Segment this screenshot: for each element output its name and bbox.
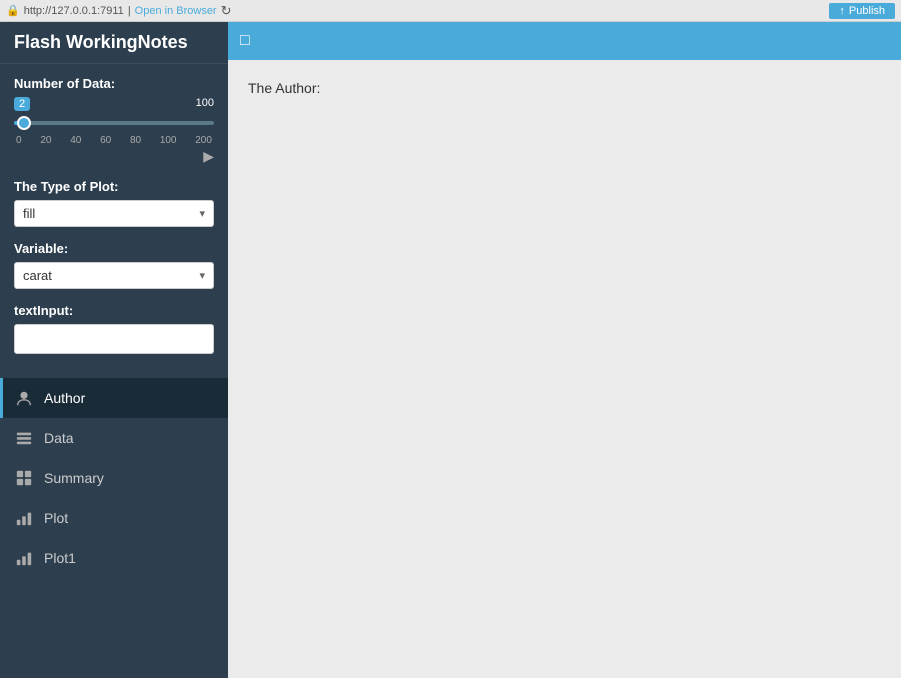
- text-input-section: textInput:: [14, 303, 214, 354]
- nav-items: Author Data: [0, 378, 228, 578]
- content-body: The Author:: [228, 60, 901, 678]
- slider-ticks: 0 20 40 60 80 100 200: [14, 135, 214, 146]
- slider-value-row: 2 100: [14, 97, 214, 111]
- data-nav-label: Data: [44, 430, 74, 446]
- sidebar-item-plot[interactable]: Plot: [0, 498, 228, 538]
- chart1-icon: [14, 548, 34, 568]
- summary-nav-label: Summary: [44, 470, 104, 486]
- url-bar: 🔒 http://127.0.0.1:7911 | Open in Browse…: [6, 3, 821, 19]
- content-header-icon[interactable]: □: [240, 32, 250, 50]
- publish-icon: ↑: [839, 5, 845, 17]
- top-bar: 🔒 http://127.0.0.1:7911 | Open in Browse…: [0, 0, 901, 22]
- data-icon: [14, 428, 34, 448]
- publish-label: Publish: [849, 5, 885, 17]
- chevron-down-icon: ▾: [199, 207, 205, 220]
- sidebar-item-summary[interactable]: Summary: [0, 458, 228, 498]
- slider-track[interactable]: [14, 113, 214, 133]
- variable-label: Variable:: [14, 241, 214, 256]
- textinput-label: textInput:: [14, 303, 214, 318]
- slider-current-value: 2: [14, 97, 30, 111]
- plot-type-dropdown[interactable]: fill ▾: [14, 200, 214, 227]
- slider-max-value: 100: [196, 97, 214, 111]
- slider-thumb[interactable]: [17, 116, 31, 130]
- app-title: Flash WorkingNotes: [0, 22, 228, 64]
- plot1-nav-label: Plot1: [44, 550, 76, 566]
- sidebar: Flash WorkingNotes Number of Data: 2 100: [0, 22, 228, 678]
- sidebar-controls: Number of Data: 2 100 0 20: [0, 64, 228, 374]
- variable-value: carat: [23, 268, 52, 283]
- number-of-data-label: Number of Data:: [14, 76, 214, 91]
- chevron-down-icon: ▾: [199, 269, 205, 282]
- main-layout: Flash WorkingNotes Number of Data: 2 100: [0, 22, 901, 678]
- variable-dropdown[interactable]: carat ▾: [14, 262, 214, 289]
- plot-nav-label: Plot: [44, 510, 68, 526]
- open-in-browser-link[interactable]: Open in Browser: [135, 5, 217, 17]
- slider-rail: [14, 121, 214, 125]
- grid-icon: [14, 468, 34, 488]
- author-nav-label: Author: [44, 390, 85, 406]
- plot-type-section: The Type of Plot: fill ▾: [14, 179, 214, 227]
- separator: |: [128, 5, 131, 17]
- url-text: http://127.0.0.1:7911: [24, 5, 124, 17]
- lock-icon: 🔒: [6, 4, 20, 17]
- sidebar-item-author[interactable]: Author: [0, 378, 228, 418]
- top-bar-right: ↑ Publish: [829, 3, 895, 19]
- sidebar-item-plot1[interactable]: Plot1: [0, 538, 228, 578]
- plot-type-label: The Type of Plot:: [14, 179, 214, 194]
- author-text: The Author:: [248, 80, 881, 96]
- publish-button[interactable]: ↑ Publish: [829, 3, 895, 19]
- sidebar-item-data[interactable]: Data: [0, 418, 228, 458]
- chart-icon: [14, 508, 34, 528]
- variable-section: Variable: carat ▾: [14, 241, 214, 289]
- person-icon: [14, 388, 34, 408]
- slider-play-button[interactable]: ▶: [203, 148, 214, 165]
- slider-wrapper: [14, 113, 214, 133]
- refresh-icon[interactable]: ↻: [221, 3, 232, 19]
- content-header: □: [228, 22, 901, 60]
- number-of-data-section: Number of Data: 2 100 0 20: [14, 76, 214, 165]
- plot-type-value: fill: [23, 206, 35, 221]
- text-input-field[interactable]: [14, 324, 214, 354]
- content-area: □ The Author:: [228, 22, 901, 678]
